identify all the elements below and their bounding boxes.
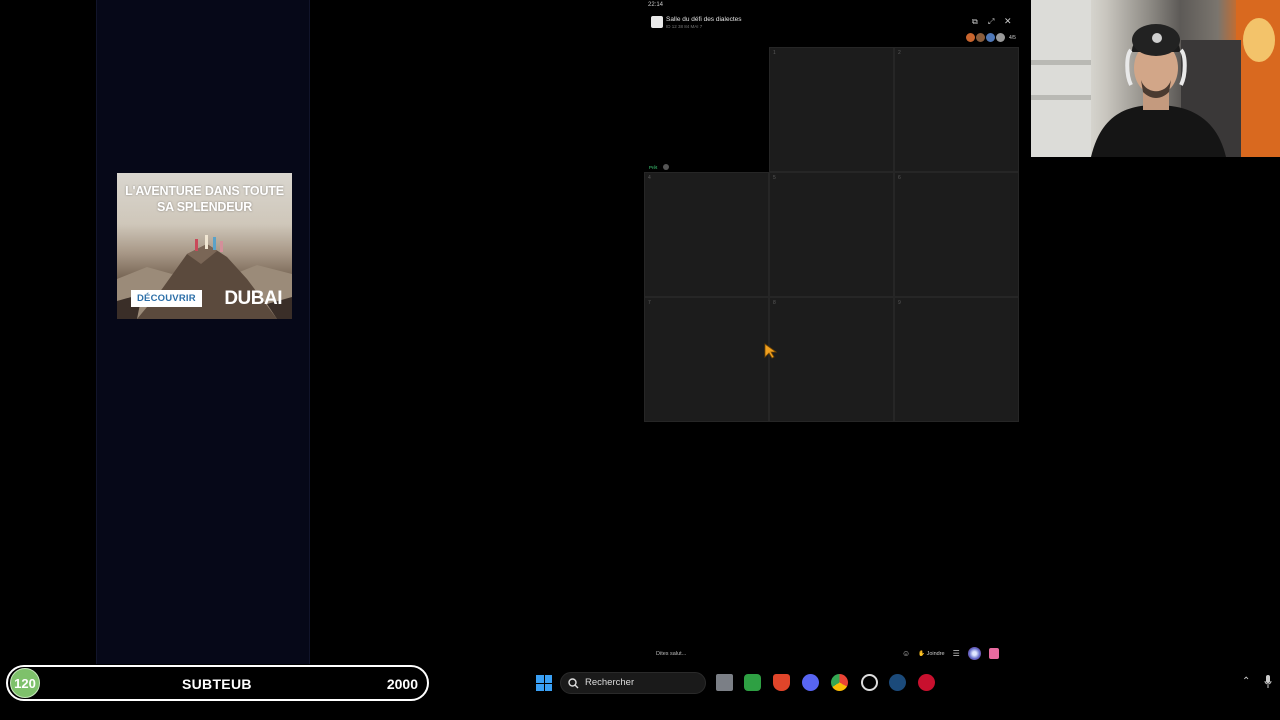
mouse-cursor-icon — [764, 343, 778, 359]
expand-icon[interactable]: ⤢ — [988, 17, 994, 27]
gift-icon[interactable] — [988, 648, 999, 659]
windows-start-icon[interactable] — [536, 675, 552, 691]
player-avatar — [996, 33, 1005, 42]
sub-goal-label: SUBTEUB — [182, 676, 252, 692]
search-icon — [568, 678, 579, 689]
room-icon — [651, 16, 663, 28]
cell-number: 4 — [648, 175, 651, 181]
media-icon[interactable] — [918, 674, 935, 691]
chat-input[interactable]: Dites salut... — [656, 651, 686, 657]
brave-icon[interactable] — [773, 674, 790, 691]
search-placeholder: Rechercher — [585, 677, 635, 688]
left-side-panel: L'AVENTURE DANS TOUTE SA SPLENDEUR DÉCOU… — [96, 0, 310, 664]
cell-number: 7 — [648, 300, 651, 306]
cell-number: 6 — [898, 175, 901, 181]
board-cell[interactable]: 1 — [769, 47, 894, 172]
emoji-icon[interactable]: ☺ — [902, 649, 910, 658]
board-cell[interactable]: 8 — [769, 297, 894, 422]
player-avatars: 4/5 — [966, 33, 1016, 42]
join-button[interactable]: ✋ Joindre — [918, 651, 944, 657]
settings-icon[interactable] — [861, 674, 878, 691]
player-avatar — [986, 33, 995, 42]
status-dot-icon — [663, 164, 669, 170]
board-cell[interactable]: 4 — [644, 172, 769, 297]
file-explorer-icon[interactable] — [716, 674, 733, 691]
cell-number: 9 — [898, 300, 901, 306]
board-cell[interactable]: 2 — [894, 47, 1019, 172]
chrome-icon[interactable] — [831, 674, 848, 691]
dubai-logo: DUBAI — [224, 288, 282, 309]
ad-headline: L'AVENTURE DANS TOUTE SA SPLENDEUR — [125, 184, 284, 214]
join-label: Joindre — [926, 650, 945, 657]
cell-number: 2 — [898, 50, 901, 56]
board-cell[interactable]: 9 — [894, 297, 1019, 422]
game-window: 22:14 Salle du défi des dialectes ID 12 … — [644, 0, 1028, 664]
bottom-toolbar: ☺ ✋ Joindre ☰ — [902, 647, 999, 660]
sub-goal-target: 2000 — [386, 676, 418, 692]
cell-number: 1 — [773, 50, 776, 56]
player-avatar — [966, 33, 975, 42]
discover-button[interactable]: DÉCOUVRIR — [131, 290, 202, 307]
board-cell[interactable]: 5 — [769, 172, 894, 297]
menu-icon[interactable]: ☰ — [953, 649, 960, 658]
spreadsheet-icon[interactable] — [744, 674, 761, 691]
ready-tag: Prêt — [649, 165, 658, 170]
player-avatar — [976, 33, 985, 42]
cell-number: 5 — [773, 175, 776, 181]
close-icon[interactable]: ✕ — [1004, 16, 1012, 27]
taskbar-search[interactable]: Rechercher — [560, 672, 706, 694]
room-subtitle: ID 12 38 84 MAI 7 — [666, 24, 703, 29]
cell-number: 8 — [773, 300, 776, 306]
players-count: 4/5 — [1009, 34, 1016, 41]
streamer-image — [1031, 0, 1280, 157]
steam-icon[interactable] — [889, 674, 906, 691]
microphone-icon[interactable] — [1264, 675, 1272, 689]
discord-icon[interactable] — [802, 674, 819, 691]
board-cell[interactable]: 7 — [644, 297, 769, 422]
board-cell[interactable]: 6 — [894, 172, 1019, 297]
chevron-up-icon[interactable]: ⌃ — [1242, 676, 1250, 687]
desktop-screen: L'AVENTURE DANS TOUTE SA SPLENDEUR DÉCOU… — [0, 0, 1280, 720]
sub-goal-bar: 120 SUBTEUB 2000 — [6, 665, 429, 701]
status-time: 22:14 — [648, 2, 664, 8]
webcam-feed — [1031, 0, 1280, 157]
sub-count: 120 — [10, 668, 40, 698]
taskbar: Rechercher ⌃ — [432, 670, 1280, 696]
external-link-icon[interactable]: ⧉ — [972, 17, 978, 27]
room-title: Salle du défi des dialectes — [666, 16, 742, 23]
dubai-ad-banner[interactable]: L'AVENTURE DANS TOUTE SA SPLENDEUR DÉCOU… — [117, 173, 292, 319]
profile-avatar[interactable] — [967, 647, 981, 660]
